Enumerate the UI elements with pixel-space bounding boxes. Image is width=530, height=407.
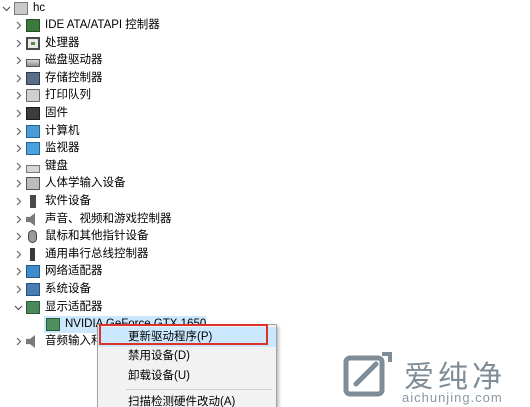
tree-category-item[interactable]: 鼠标和其他指针设备	[12, 228, 149, 245]
chevron-right-icon[interactable]	[12, 193, 24, 210]
tree-category-item[interactable]: 键盘	[12, 158, 68, 175]
tree-category-label: 声音、视频和游戏控制器	[45, 213, 172, 225]
audio-icon	[26, 213, 35, 226]
tree-category-label: 鼠标和其他指针设备	[45, 230, 149, 242]
firmware-icon	[26, 107, 40, 120]
chevron-right-icon[interactable]	[12, 228, 24, 245]
tree-category-label: 处理器	[45, 37, 80, 49]
chevron-right-icon[interactable]	[12, 87, 24, 104]
menu-item-disable-device[interactable]: 禁用设备(D)	[98, 346, 276, 366]
tree-category-item[interactable]: 软件设备	[12, 193, 91, 210]
disk-drive-icon	[26, 59, 40, 67]
chevron-right-icon[interactable]	[12, 123, 24, 140]
tree-category-item[interactable]: 处理器	[12, 35, 80, 52]
watermark-logo-icon	[343, 352, 392, 397]
tree-category-item[interactable]: 系统设备	[12, 281, 91, 298]
tree-category-label: 软件设备	[45, 195, 91, 207]
chevron-right-icon[interactable]	[12, 333, 24, 350]
chevron-right-icon[interactable]	[12, 263, 24, 280]
gpu-icon	[46, 318, 60, 331]
chevron-down-icon[interactable]	[0, 0, 12, 17]
tree-category-item[interactable]: 人体学输入设备	[12, 175, 126, 192]
tree-category-label: 计算机	[45, 125, 80, 137]
chevron-right-icon[interactable]	[12, 140, 24, 157]
software-device-icon	[30, 195, 36, 208]
tree-category-item[interactable]: 监视器	[12, 140, 80, 157]
watermark-url: aichunjing.com	[402, 390, 503, 405]
tree-category-label: 打印队列	[45, 89, 91, 101]
mouse-icon	[28, 230, 37, 243]
tree-category-item[interactable]: 计算机	[12, 123, 80, 140]
context-menu: 更新驱动程序(P) 禁用设备(D) 卸载设备(U) 扫描检测硬件改动(A)	[97, 324, 277, 407]
tree-root[interactable]: hc	[0, 0, 45, 17]
tree-category-item[interactable]: IDE ATA/ATAPI 控制器	[12, 17, 160, 34]
menu-item-scan-hardware[interactable]: 扫描检测硬件改动(A)	[98, 392, 276, 407]
printer-icon	[26, 89, 40, 102]
tree-category-label: 通用串行总线控制器	[45, 248, 149, 260]
menu-item-uninstall-device[interactable]: 卸载设备(U)	[98, 366, 276, 386]
tree-category-item[interactable]: 网络适配器	[12, 263, 103, 280]
chevron-right-icon[interactable]	[12, 17, 24, 34]
tree-category-label: 固件	[45, 107, 68, 119]
audio-input-icon	[26, 335, 35, 348]
tree-category-item[interactable]: 打印队列	[12, 87, 91, 104]
chevron-right-icon[interactable]	[12, 246, 24, 263]
watermark-logo: 爱纯净 aichunjing.com	[342, 350, 527, 405]
tree-category-label: 键盘	[45, 160, 68, 172]
chevron-right-icon[interactable]	[12, 211, 24, 228]
chevron-right-icon[interactable]	[12, 105, 24, 122]
tree-category-label: IDE ATA/ATAPI 控制器	[45, 19, 160, 31]
chevron-right-icon[interactable]	[12, 281, 24, 298]
system-device-icon	[26, 283, 40, 296]
chevron-right-icon[interactable]	[12, 35, 24, 52]
tree-category-label: 磁盘驱动器	[45, 54, 103, 66]
computer-icon	[26, 125, 40, 138]
processor-icon	[26, 37, 40, 50]
tree-category-item[interactable]: 声音、视频和游戏控制器	[12, 211, 172, 228]
chevron-right-icon[interactable]	[12, 158, 24, 175]
chevron-right-icon[interactable]	[12, 70, 24, 87]
tree-category-item[interactable]: 通用串行总线控制器	[12, 246, 149, 263]
device-manager-window: hc IDE ATA/ATAPI 控制器 处理器磁盘驱动器存储控制器打印队列固件计…	[0, 0, 530, 407]
keyboard-icon	[26, 165, 40, 173]
computer-root-icon	[14, 2, 28, 15]
display-adapter-icon	[26, 301, 40, 314]
chevron-down-icon[interactable]	[12, 299, 24, 316]
tree-category-item[interactable]: 固件	[12, 105, 68, 122]
tree-category-label: 系统设备	[45, 283, 91, 295]
chevron-right-icon[interactable]	[12, 175, 24, 192]
tree-item-audio-input-label: 音频输入和	[45, 335, 103, 347]
tree-category-label: 网络适配器	[45, 265, 103, 277]
tree-category-item[interactable]: 磁盘驱动器	[12, 52, 103, 69]
tree-category-label: 显示适配器	[45, 301, 103, 313]
usb-icon	[30, 248, 35, 261]
tree-root-label: hc	[33, 2, 46, 14]
tree-category-item[interactable]: 存储控制器	[12, 70, 103, 87]
tree-item-audio-input[interactable]: 音频输入和	[12, 333, 103, 350]
tree-category-item[interactable]: 显示适配器	[12, 299, 103, 316]
menu-item-update-driver[interactable]: 更新驱动程序(P)	[98, 327, 276, 347]
storage-controller-icon	[26, 72, 40, 85]
tree-category-label: 存储控制器	[45, 72, 103, 84]
tree-category-label: 人体学输入设备	[45, 177, 126, 189]
network-adapter-icon	[26, 265, 40, 278]
chevron-right-icon[interactable]	[12, 52, 24, 69]
ide-controller-icon	[26, 19, 40, 32]
tree-category-label: 监视器	[45, 142, 80, 154]
hid-icon	[26, 177, 40, 190]
menu-separator	[126, 389, 272, 390]
monitor-icon	[26, 142, 40, 155]
